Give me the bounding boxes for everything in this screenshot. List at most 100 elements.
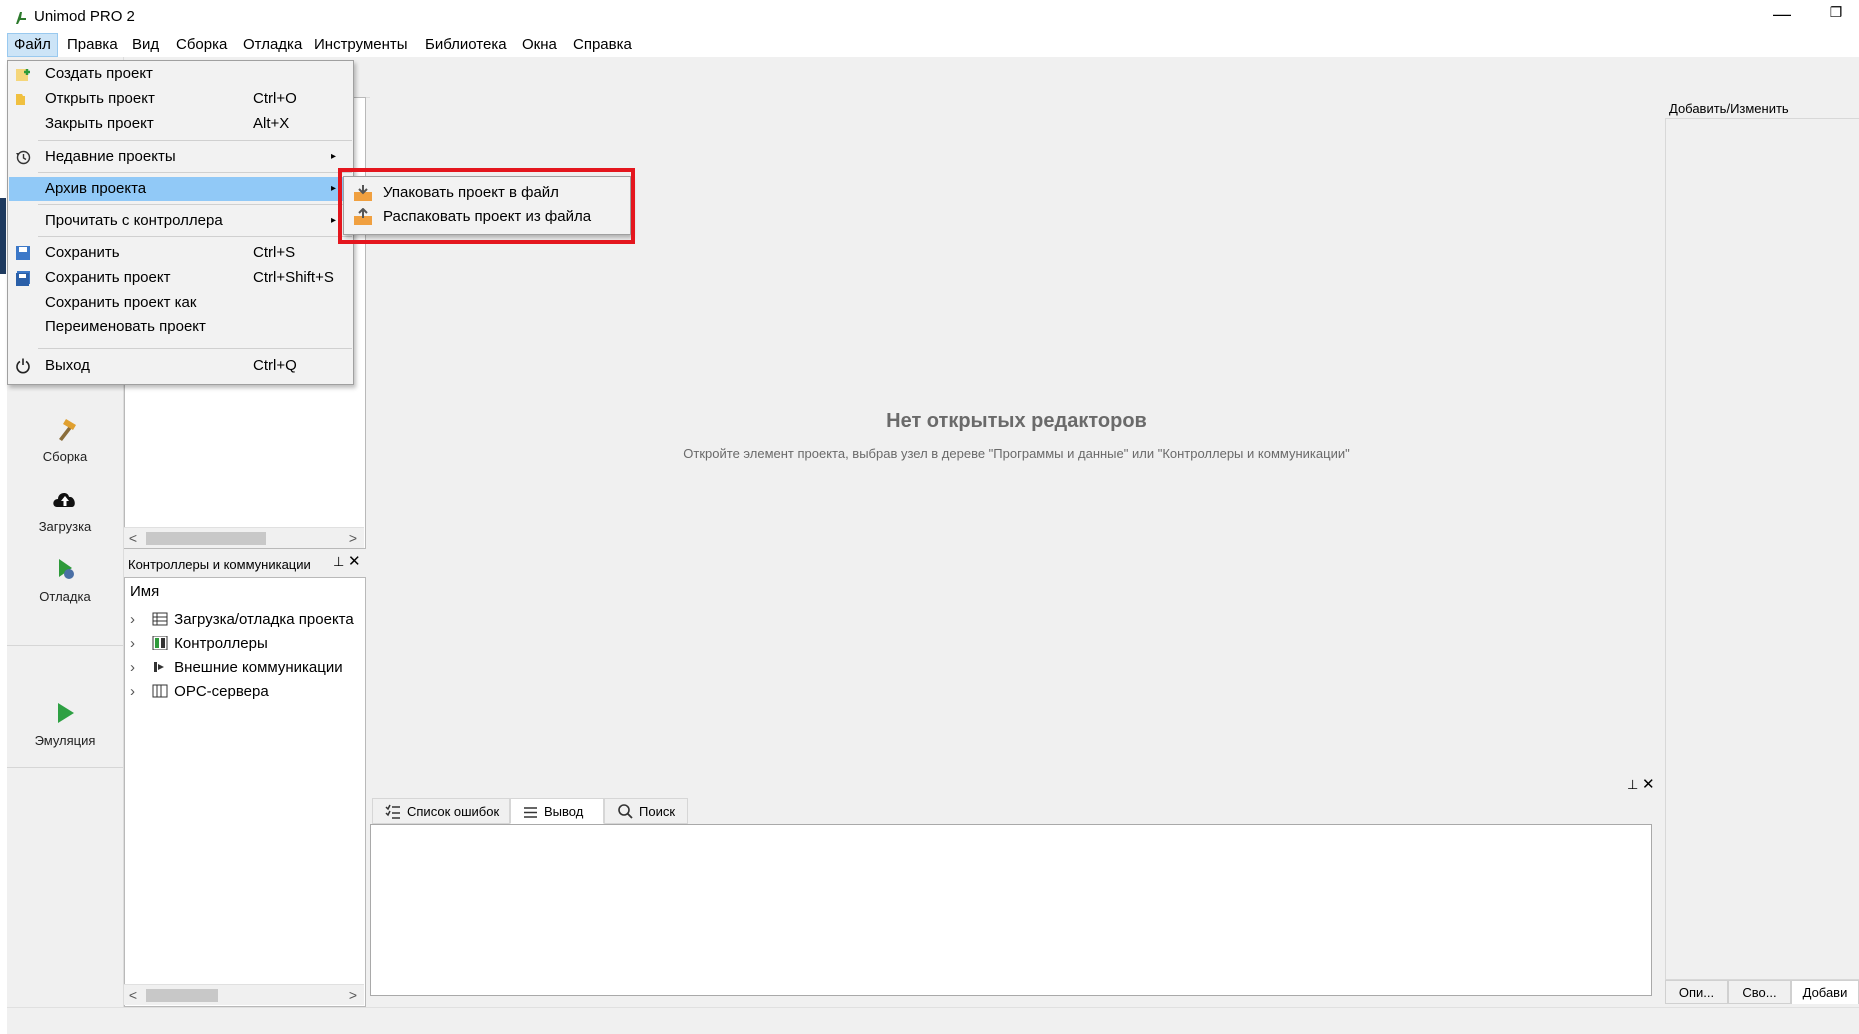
submenu-arrow-icon: ▸ [331,183,337,194]
menu-item-project-archive[interactable]: Архив проекта ▸ [9,177,352,201]
project-tree-hscrollbar[interactable]: < > [124,527,364,548]
menu-separator [38,204,352,205]
tree-item-load-debug[interactable]: › Загрузка/отладка проекта [130,609,354,631]
sidebar-emulation-button[interactable]: Эмуляция [7,699,123,748]
sidebar-debug-button[interactable]: Отладка [7,555,123,604]
scroll-right-arrow[interactable]: > [344,985,362,1005]
empty-editor-title: Нет открытых редакторов [886,410,1147,432]
menu-help[interactable]: Справка [567,33,638,57]
controllers-hscrollbar[interactable]: < > [124,984,364,1005]
scroll-left-arrow[interactable]: < [124,528,142,548]
menu-bar: Файл Правка Вид Сборка Отладка Инструмен… [0,33,1859,57]
app-logo-icon [16,12,26,24]
hammer-icon [59,419,76,441]
tab-search[interactable]: Поиск [604,798,688,824]
tab-output[interactable]: Вывод [510,798,604,824]
cloud-upload-icon [53,493,75,507]
right-panel-title: Добавить/Изменить [1669,101,1789,116]
submenu-arrow-icon: ▸ [331,151,337,162]
tree-item-external-comm[interactable]: › Внешние коммуникации [130,657,343,679]
tab-error-list[interactable]: Список ошибок [372,798,510,824]
tree-item-label: Загрузка/отладка проекта [174,611,354,628]
annotation-highlight-box [338,168,635,244]
sidebar-divider [7,767,123,768]
power-icon [16,358,30,374]
scroll-thumb[interactable] [146,532,266,545]
pin-icon[interactable]: ⊥ [1627,777,1638,793]
menu-item-new-project[interactable]: Создать проект [9,62,352,86]
menu-windows[interactable]: Окна [516,33,563,57]
menu-separator [38,140,352,141]
scroll-thumb[interactable] [146,989,218,1002]
sidebar-emulation-label: Эмуляция [34,733,96,748]
chevron-right-icon[interactable]: › [130,681,148,703]
empty-editor-hint: Откройте элемент проекта, выбрав узел в … [683,446,1350,461]
tree-item-opc-servers[interactable]: › OPC-сервера [130,681,269,703]
menu-item-rename-project[interactable]: Переименовать проект [9,315,352,339]
chevron-right-icon[interactable]: › [130,633,148,655]
file-menu-dropdown: Создать проект Открыть проект Ctrl+O Зак… [7,60,354,385]
play-icon [58,703,74,723]
tab-properties[interactable]: Сво... [1728,980,1791,1004]
tab-error-list-label: Список ошибок [407,804,500,819]
close-icon[interactable]: ✕ [348,552,361,570]
menu-item-save-project-as[interactable]: Сохранить проект как [9,291,352,315]
sidebar-build-button[interactable]: Сборка [7,415,123,464]
tab-search-label: Поиск [639,804,676,819]
menu-library[interactable]: Библиотека [419,33,513,57]
maximize-button[interactable]: ❐ [1824,4,1848,28]
chevron-right-icon[interactable]: › [130,609,148,631]
tree-item-controllers[interactable]: › Контроллеры [130,633,268,655]
sidebar-build-label: Сборка [42,449,88,464]
list-check-icon [385,804,400,819]
debug-icon [59,559,74,579]
new-project-icon [16,69,30,81]
menu-item-read-from-controller[interactable]: Прочитать с контроллера ▸ [9,209,352,233]
menu-item-exit[interactable]: Выход Ctrl+Q [9,354,352,378]
menu-file[interactable]: Файл [7,33,58,57]
sidebar-debug-label: Отладка [39,589,91,604]
menu-item-open-project[interactable]: Открыть проект Ctrl+O [9,87,352,111]
search-icon [618,804,633,819]
window-edge-decoration [0,198,6,274]
status-bar [7,1007,1859,1034]
history-icon [16,150,31,165]
controllers-panel-title: Контроллеры и коммуникации [128,557,311,572]
menu-item-save[interactable]: Сохранить Ctrl+S [9,241,352,265]
tab-add[interactable]: Добави [1791,980,1859,1004]
comm-icon [154,662,165,672]
save-icon [16,246,30,260]
toolbar [300,57,1859,98]
menu-debug[interactable]: Отладка [237,33,308,57]
scroll-right-arrow[interactable]: > [344,528,362,548]
chevron-right-icon[interactable]: › [130,657,148,679]
sidebar-upload-label: Загрузка [38,519,92,534]
server-icon [152,684,168,698]
lines-icon [524,807,537,818]
minimize-button[interactable]: — [1770,4,1794,28]
tree-item-label: Контроллеры [174,635,268,652]
scroll-left-arrow[interactable]: < [124,985,142,1005]
output-content [370,824,1652,996]
menu-item-close-project[interactable]: Закрыть проект Alt+X [9,112,352,136]
menu-item-save-project[interactable]: Сохранить проект Ctrl+Shift+S [9,266,352,290]
close-icon[interactable]: ✕ [1642,775,1655,793]
menu-build[interactable]: Сборка [170,33,233,57]
tree-item-label: Внешние коммуникации [174,659,343,676]
menu-item-recent-projects[interactable]: Недавние проекты ▸ [9,145,352,169]
tree-item-label: OPC-сервера [174,683,269,700]
right-panel-content [1665,118,1859,980]
title-bar: Unimod PRO 2 — ❐ [0,0,1859,33]
menu-view[interactable]: Вид [126,33,165,57]
sidebar-upload-button[interactable]: Загрузка [7,485,123,534]
menu-separator [38,348,352,349]
menu-tools[interactable]: Инструменты [308,33,414,57]
save-all-icon [16,271,30,286]
column-header-name: Имя [130,583,160,600]
menu-separator [38,172,352,173]
pin-icon[interactable]: ⊥ [333,554,344,570]
menu-edit[interactable]: Правка [61,33,124,57]
submenu-arrow-icon: ▸ [331,215,337,226]
menu-separator [38,236,352,237]
tab-description[interactable]: Опи... [1665,980,1728,1004]
